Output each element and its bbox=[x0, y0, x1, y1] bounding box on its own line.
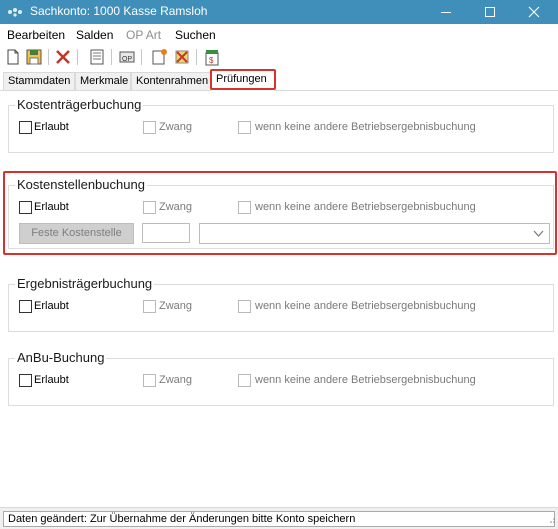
list-view-icon[interactable] bbox=[88, 48, 106, 66]
keine-andere-label: wenn keine andere Betriebsergebnisbuchun… bbox=[255, 300, 476, 312]
keine-andere-checkbox[interactable] bbox=[238, 121, 251, 134]
erlaubt-label: Erlaubt bbox=[34, 374, 69, 386]
zwang-checkbox[interactable] bbox=[143, 300, 156, 313]
zwang-label: Zwang bbox=[159, 300, 193, 312]
svg-text:OP: OP bbox=[122, 56, 132, 63]
keine-andere-checkbox[interactable] bbox=[238, 374, 251, 387]
toolbar: OP $ bbox=[0, 46, 558, 68]
minimize-button[interactable] bbox=[424, 0, 468, 24]
status-bar: Daten geändert: Zur Übernahme der Änderu… bbox=[0, 507, 558, 529]
erlaubt-label: Erlaubt bbox=[34, 121, 69, 133]
menu-suchen[interactable]: Suchen bbox=[175, 28, 216, 42]
tab-strip: Stammdaten Merkmale Kontenrahmen Prüfung… bbox=[0, 70, 558, 91]
toolbar-separator bbox=[48, 49, 49, 65]
group-title: AnBu-Buchung bbox=[15, 350, 107, 365]
toolbar-separator bbox=[141, 49, 142, 65]
erlaubt-checkbox[interactable] bbox=[19, 300, 32, 313]
group-kostentraegerbuchung: Kostenträgerbuchung Erlaubt Zwang wenn k… bbox=[8, 97, 554, 153]
tab-highlight-annotation bbox=[210, 69, 276, 90]
svg-text:$: $ bbox=[209, 56, 214, 65]
tab-kontenrahmen[interactable]: Kontenrahmen bbox=[131, 72, 211, 90]
zwang-checkbox[interactable] bbox=[143, 121, 156, 134]
menu-bearbeiten[interactable]: Bearbeiten bbox=[7, 28, 65, 42]
title-bar: Sachkonto: 1000 Kasse Ramsloh bbox=[0, 0, 558, 24]
status-message: Daten geändert: Zur Übernahme der Änderu… bbox=[3, 511, 555, 527]
maximize-button[interactable] bbox=[468, 0, 512, 24]
erlaubt-checkbox[interactable] bbox=[19, 374, 32, 387]
tab-merkmale[interactable]: Merkmale bbox=[75, 72, 131, 90]
menu-bar: Bearbeiten Salden OP Art Suchen bbox=[0, 26, 558, 44]
group-anbu-buchung: AnBu-Buchung Erlaubt Zwang wenn keine an… bbox=[8, 350, 554, 406]
tab-content-pruefungen: Kostenträgerbuchung Erlaubt Zwang wenn k… bbox=[0, 92, 558, 504]
tab-stammdaten[interactable]: Stammdaten bbox=[3, 72, 75, 90]
zwang-label: Zwang bbox=[159, 374, 193, 386]
edit-note-icon[interactable] bbox=[150, 48, 168, 66]
open-items-icon[interactable]: OP bbox=[118, 48, 136, 66]
zwang-label: Zwang bbox=[159, 121, 193, 133]
menu-op-art[interactable]: OP Art bbox=[126, 28, 161, 42]
delete-icon[interactable] bbox=[54, 48, 72, 66]
erlaubt-checkbox[interactable] bbox=[19, 121, 32, 134]
window-title: Sachkonto: 1000 Kasse Ramsloh bbox=[30, 4, 208, 18]
save-icon[interactable] bbox=[25, 48, 43, 66]
toolbar-separator bbox=[77, 49, 78, 65]
group-ergebnistraegerbuchung: Ergebnisträgerbuchung Erlaubt Zwang wenn… bbox=[8, 276, 554, 332]
group-highlight-annotation bbox=[3, 171, 557, 255]
resize-grip-icon[interactable] bbox=[548, 513, 556, 527]
group-title: Ergebnisträgerbuchung bbox=[15, 276, 155, 291]
new-document-icon[interactable] bbox=[4, 48, 22, 66]
erlaubt-label: Erlaubt bbox=[34, 300, 69, 312]
close-button[interactable] bbox=[512, 0, 556, 24]
menu-salden[interactable]: Salden bbox=[76, 28, 113, 42]
cancel-changes-icon[interactable] bbox=[173, 48, 191, 66]
keine-andere-checkbox[interactable] bbox=[238, 300, 251, 313]
document-settings-icon[interactable]: $ bbox=[203, 48, 221, 66]
toolbar-separator bbox=[196, 49, 197, 65]
keine-andere-label: wenn keine andere Betriebsergebnisbuchun… bbox=[255, 121, 476, 133]
group-title: Kostenträgerbuchung bbox=[15, 97, 144, 112]
keine-andere-label: wenn keine andere Betriebsergebnisbuchun… bbox=[255, 374, 476, 386]
app-icon bbox=[7, 6, 25, 18]
toolbar-separator bbox=[111, 49, 112, 65]
zwang-checkbox[interactable] bbox=[143, 374, 156, 387]
